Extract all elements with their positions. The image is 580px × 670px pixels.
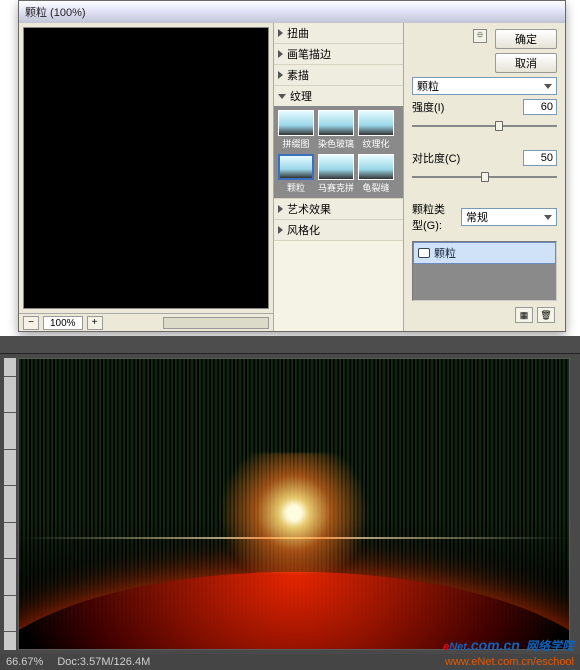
- category-brush[interactable]: 画笔描边: [274, 44, 403, 65]
- zoom-out-button[interactable]: −: [23, 316, 39, 330]
- filter-gallery-dialog: 颗粒 (100%) − 100% + 扭曲 画笔描边: [18, 0, 566, 332]
- category-sketch[interactable]: 素描: [274, 65, 403, 86]
- intensity-label: 强度(I): [412, 99, 517, 115]
- watermark: eNet.com.cn 网络学院 www.eNet.com.cn/eschool: [443, 630, 574, 668]
- zoom-in-button[interactable]: +: [87, 316, 103, 330]
- vertical-ruler: [4, 358, 16, 650]
- category-label: 扭曲: [287, 25, 309, 41]
- canvas[interactable]: [18, 358, 570, 650]
- document-titlebar[interactable]: [0, 336, 580, 354]
- document-window: 66.67% Doc:3.57M/126.4M: [0, 336, 580, 670]
- dialog-titlebar[interactable]: 颗粒 (100%): [19, 1, 565, 23]
- chevron-right-icon: [278, 29, 283, 37]
- stack-item-grain[interactable]: 颗粒: [413, 242, 556, 264]
- texture-thumbs: 拼缀图 染色玻璃 纹理化 颗粒 马赛克拼贴 龟裂缝: [274, 106, 403, 198]
- category-label: 艺术效果: [287, 201, 331, 217]
- preview-pane: − 100% +: [19, 23, 274, 331]
- visibility-icon[interactable]: [418, 248, 430, 258]
- grain-noise-preview: [24, 28, 268, 308]
- delete-effect-button[interactable]: 🗑: [537, 307, 555, 323]
- grain-type-row: 颗粒类型(G): 常规: [412, 201, 557, 233]
- dialog-title: 颗粒 (100%): [25, 4, 86, 20]
- category-distort[interactable]: 扭曲: [274, 23, 403, 44]
- effect-stack: 颗粒: [412, 241, 557, 301]
- category-label: 画笔描边: [287, 46, 331, 62]
- chevron-right-icon: [278, 205, 283, 213]
- new-effect-button[interactable]: ▦: [515, 307, 533, 323]
- chevron-down-icon: [544, 84, 552, 89]
- cancel-button[interactable]: 取消: [495, 53, 557, 73]
- chevron-right-icon: [278, 226, 283, 234]
- watermark-url: www.eNet.com.cn/eschool: [443, 656, 574, 668]
- filter-preview[interactable]: [23, 27, 269, 309]
- stack-item-label: 颗粒: [434, 245, 456, 261]
- category-label: 风格化: [287, 222, 320, 238]
- thumb-mosaic-tiles[interactable]: 马赛克拼贴: [318, 154, 354, 194]
- chevron-down-icon: [278, 94, 286, 99]
- category-artistic[interactable]: 艺术效果: [274, 199, 403, 220]
- zoom-bar: − 100% +: [19, 313, 273, 331]
- zoom-value[interactable]: 100%: [43, 316, 83, 330]
- grain-type-label: 颗粒类型(G):: [412, 201, 455, 233]
- dialog-body: − 100% + 扭曲 画笔描边 素描 纹理: [19, 23, 565, 331]
- controls-pane: ⯐ 确定 取消 颗粒 强度(I) 60 对比度(C) 50: [404, 23, 565, 331]
- contrast-row: 对比度(C) 50: [412, 150, 557, 166]
- category-label: 素描: [287, 67, 309, 83]
- thumb-grain[interactable]: 颗粒: [278, 154, 314, 194]
- filter-select[interactable]: 颗粒: [412, 77, 557, 95]
- contrast-value[interactable]: 50: [523, 150, 557, 166]
- contrast-slider[interactable]: [412, 170, 557, 197]
- chevron-right-icon: [278, 71, 283, 79]
- chevron-down-icon: [544, 215, 552, 220]
- thumb-craquelure[interactable]: 龟裂缝: [358, 154, 394, 194]
- chevron-right-icon: [278, 50, 283, 58]
- filter-select-value: 颗粒: [417, 78, 439, 94]
- artwork-sun-glow: [184, 453, 404, 573]
- category-stylize[interactable]: 风格化: [274, 220, 403, 241]
- ok-button[interactable]: 确定: [495, 29, 557, 49]
- thumb-patchwork[interactable]: 拼缀图: [278, 110, 314, 150]
- intensity-value[interactable]: 60: [523, 99, 557, 115]
- intensity-row: 强度(I) 60: [412, 99, 557, 115]
- status-docinfo: Doc:3.57M/126.4M: [57, 656, 150, 668]
- category-label: 纹理: [290, 88, 312, 104]
- contrast-label: 对比度(C): [412, 150, 517, 166]
- status-zoom[interactable]: 66.67%: [6, 656, 43, 668]
- preview-scrollbar[interactable]: [163, 317, 269, 329]
- watermark-brand: eNet.com.cn 网络学院: [443, 630, 574, 656]
- grain-type-select[interactable]: 常规: [461, 208, 557, 226]
- thumb-texturizer[interactable]: 纹理化: [358, 110, 394, 150]
- category-texture[interactable]: 纹理 拼缀图 染色玻璃 纹理化 颗粒 马赛克拼贴 龟裂缝: [274, 86, 403, 199]
- thumb-stained-glass[interactable]: 染色玻璃: [318, 110, 354, 150]
- filter-tree: 扭曲 画笔描边 素描 纹理 拼缀图 染色玻璃 纹理化 颗粒 马赛克拼贴 龟裂缝: [274, 23, 404, 331]
- intensity-slider[interactable]: [412, 119, 557, 146]
- grain-type-value: 常规: [466, 209, 488, 225]
- collapse-toggle[interactable]: ⯐: [473, 29, 487, 43]
